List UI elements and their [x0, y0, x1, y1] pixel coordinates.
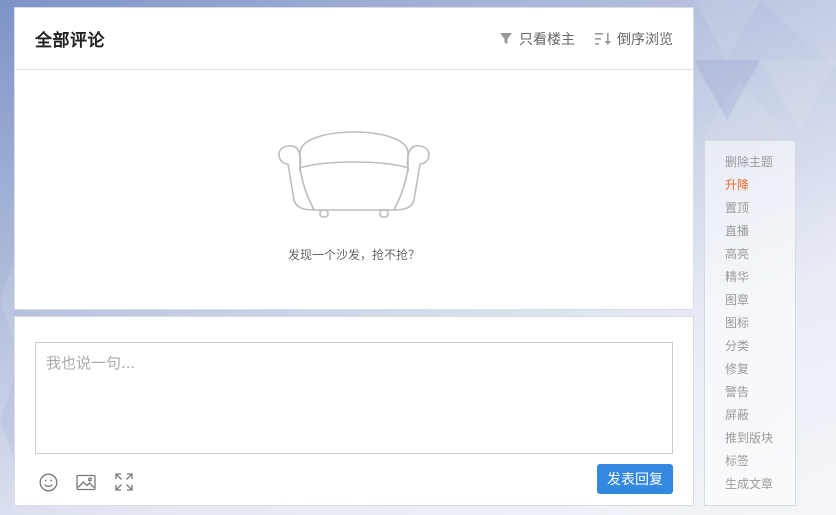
- admin-sidebar: 删除主题 升降 置顶 直播 高亮 精华 图章 图标 分类 修复 警告 屏蔽 推到…: [704, 140, 796, 506]
- reply-input[interactable]: [35, 342, 673, 454]
- comments-header: 全部评论 只看楼主 倒序浏览: [15, 8, 693, 70]
- fullscreen-icon[interactable]: [113, 471, 135, 493]
- reply-tools: [37, 471, 135, 493]
- admin-item-stamp[interactable]: 图章: [725, 289, 795, 312]
- admin-item-tags[interactable]: 标签: [725, 450, 795, 473]
- sofa-icon: [274, 120, 434, 226]
- admin-item-block[interactable]: 屏蔽: [725, 404, 795, 427]
- empty-text: 发现一个沙发，抢不抢？: [287, 248, 420, 262]
- admin-item-digest[interactable]: 精华: [725, 266, 795, 289]
- admin-item-delete-topic[interactable]: 删除主题: [725, 151, 795, 174]
- admin-item-icon[interactable]: 图标: [725, 312, 795, 335]
- submit-reply-button[interactable]: 发表回复: [597, 464, 673, 494]
- reverse-order-label: 倒序浏览: [617, 31, 673, 48]
- admin-item-live[interactable]: 直播: [725, 220, 795, 243]
- only-poster-button[interactable]: 只看楼主: [499, 29, 575, 49]
- admin-item-highlight[interactable]: 高亮: [725, 243, 795, 266]
- reply-panel: 发表回复: [14, 316, 694, 506]
- admin-item-bump[interactable]: 升降: [725, 174, 795, 197]
- sort-icon: [595, 32, 611, 46]
- emoji-icon[interactable]: [37, 471, 59, 493]
- admin-item-category[interactable]: 分类: [725, 335, 795, 358]
- empty-state: 发现一个沙发，抢不抢？: [15, 70, 693, 310]
- comments-panel: 全部评论 只看楼主 倒序浏览 发现一个沙发，抢不抢？: [14, 7, 694, 310]
- admin-item-generate-article[interactable]: 生成文章: [725, 473, 795, 496]
- image-icon[interactable]: [75, 471, 97, 493]
- only-poster-label: 只看楼主: [519, 31, 575, 48]
- admin-item-repair[interactable]: 修复: [725, 358, 795, 381]
- admin-item-warn[interactable]: 警告: [725, 381, 795, 404]
- filter-icon: [499, 32, 513, 46]
- admin-item-push-forum[interactable]: 推到版块: [725, 427, 795, 450]
- header-actions: 只看楼主 倒序浏览: [499, 29, 673, 49]
- admin-item-sticky[interactable]: 置顶: [725, 197, 795, 220]
- reverse-order-button[interactable]: 倒序浏览: [595, 29, 673, 49]
- comments-title: 全部评论: [35, 31, 105, 51]
